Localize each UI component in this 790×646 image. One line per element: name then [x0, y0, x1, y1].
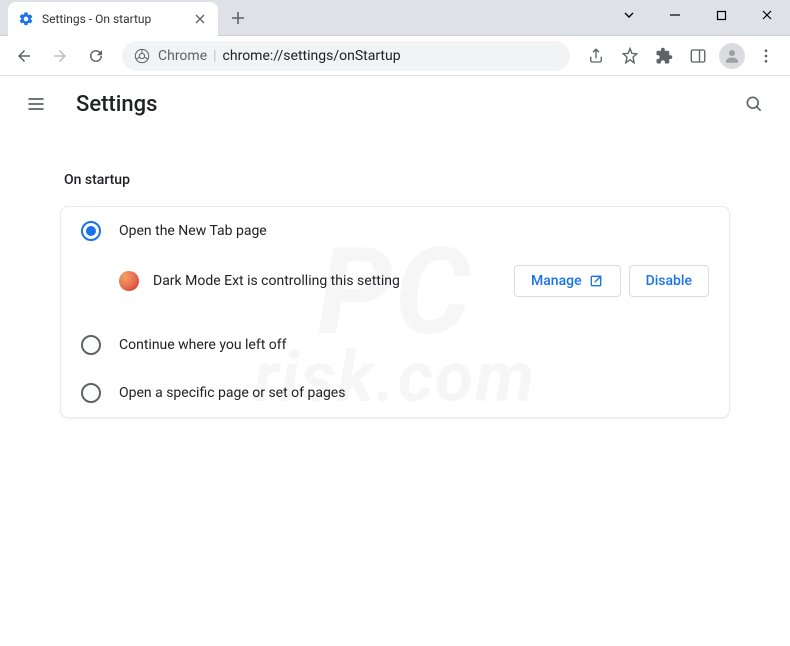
- section-title: On startup: [64, 172, 730, 188]
- maximize-button[interactable]: [698, 0, 744, 30]
- profile-avatar[interactable]: [716, 40, 748, 72]
- reload-button[interactable]: [80, 40, 112, 72]
- disable-label: Disable: [646, 273, 692, 289]
- extension-controlled-row: Dark Mode Ext is controlling this settin…: [61, 255, 729, 321]
- kebab-menu-icon[interactable]: [750, 40, 782, 72]
- new-tab-button[interactable]: [224, 4, 252, 32]
- bookmark-icon[interactable]: [614, 40, 646, 72]
- back-button[interactable]: [8, 40, 40, 72]
- address-path: chrome://settings/onStartup: [223, 48, 401, 64]
- gear-icon: [18, 11, 34, 27]
- option-specific-pages[interactable]: Open a specific page or set of pages: [61, 369, 729, 417]
- radio-specific-pages[interactable]: [81, 383, 101, 403]
- on-startup-card: Open the New Tab page Dark Mode Ext is c…: [60, 206, 730, 418]
- external-link-icon: [588, 273, 604, 289]
- radio-continue[interactable]: [81, 335, 101, 355]
- close-window-button[interactable]: [744, 0, 790, 30]
- option-continue[interactable]: Continue where you left off: [61, 321, 729, 369]
- extension-icon: [119, 271, 139, 291]
- close-tab-icon[interactable]: [192, 11, 208, 27]
- window-title-bar: Settings - On startup: [0, 0, 790, 36]
- tab-title: Settings - On startup: [42, 12, 184, 26]
- minimize-button[interactable]: [652, 0, 698, 30]
- radio-new-tab[interactable]: [81, 221, 101, 241]
- page-title: Settings: [76, 92, 714, 117]
- manage-label: Manage: [531, 273, 582, 289]
- extensions-icon[interactable]: [648, 40, 680, 72]
- side-panel-icon[interactable]: [682, 40, 714, 72]
- window-controls: [606, 0, 790, 30]
- share-icon[interactable]: [580, 40, 612, 72]
- option-label: Open the New Tab page: [119, 223, 709, 239]
- option-label: Open a specific page or set of pages: [119, 385, 709, 401]
- chrome-icon: [134, 48, 150, 64]
- address-bar[interactable]: Chrome | chrome://settings/onStartup: [122, 41, 570, 71]
- controlled-text: Dark Mode Ext is controlling this settin…: [153, 273, 500, 289]
- settings-header: Settings: [0, 76, 790, 132]
- address-origin: Chrome: [158, 48, 207, 64]
- option-label: Continue where you left off: [119, 337, 709, 353]
- chevron-down-icon[interactable]: [606, 0, 652, 30]
- avatar-icon: [719, 43, 745, 69]
- hamburger-menu-icon[interactable]: [16, 84, 56, 124]
- address-text: Chrome | chrome://settings/onStartup: [158, 48, 558, 64]
- settings-content: On startup Open the New Tab page Dark Mo…: [0, 132, 790, 438]
- forward-button[interactable]: [44, 40, 76, 72]
- browser-toolbar: Chrome | chrome://settings/onStartup: [0, 36, 790, 76]
- option-new-tab[interactable]: Open the New Tab page: [61, 207, 729, 255]
- browser-tab[interactable]: Settings - On startup: [8, 2, 218, 36]
- search-icon[interactable]: [734, 84, 774, 124]
- manage-button[interactable]: Manage: [514, 265, 621, 297]
- disable-button[interactable]: Disable: [629, 265, 709, 297]
